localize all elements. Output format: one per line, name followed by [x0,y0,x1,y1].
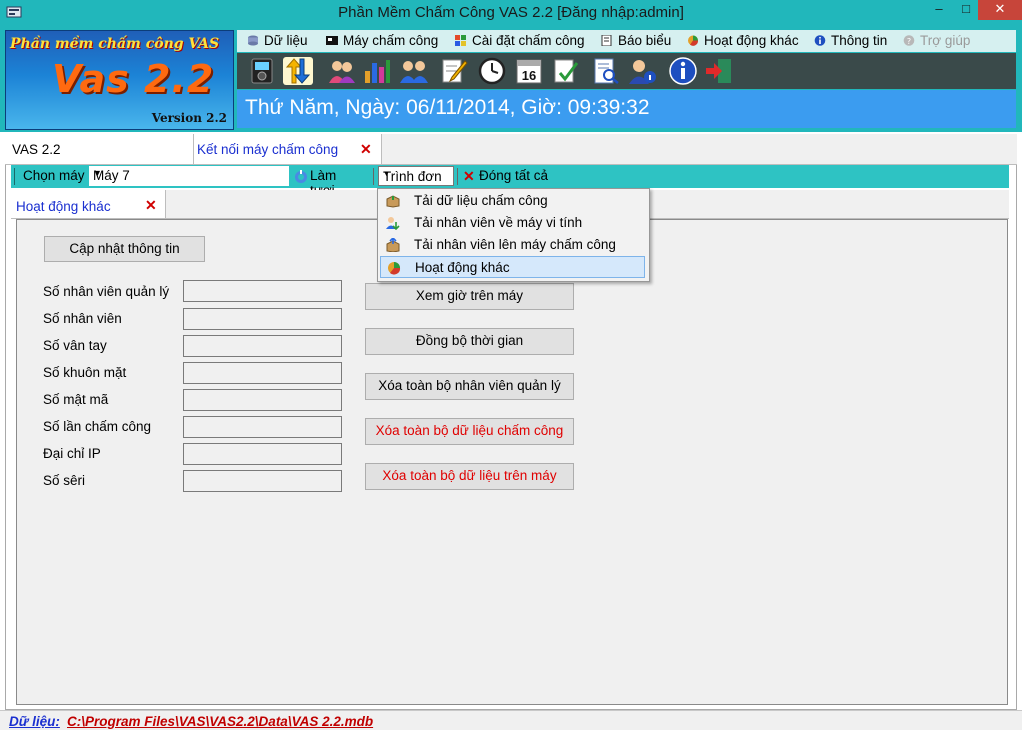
managers-count-field[interactable] [183,280,342,302]
users-icon[interactable] [327,57,357,85]
pie-icon [688,35,699,46]
close-icon: ✕ [463,168,475,184]
datetime-bar: Thứ Năm, Ngày: 06/11/2014, Giờ: 09:39:32 [237,90,1016,128]
exit-icon[interactable] [704,57,734,85]
box-upload-icon [386,238,400,252]
help-icon: ? [903,35,915,46]
logo-tagline: Phần mềm chấm công VAS [10,36,220,52]
menu-item-other-activities[interactable]: Hoạt động khác [380,256,645,278]
field-label: Số nhân viên [43,311,122,326]
datetime-text: Thứ Năm, Ngày: 06/11/2014, Giờ: 09:39:32 [245,96,650,119]
chart-icon[interactable] [362,57,392,85]
svg-text:?: ? [907,37,911,46]
close-window-button[interactable]: ✕ [978,0,1022,20]
title-bar: Phần Mềm Chấm Công VAS 2.2 [Đăng nhập:ad… [0,0,1022,26]
menu-cai-dat-cham-cong[interactable]: Cài đặt chấm công [455,33,585,48]
menu-thong-tin[interactable]: Thông tin [814,33,887,48]
chevron-down-icon: ▼ [93,168,102,178]
field-label: Đại chỉ IP [43,446,101,461]
menu-dropdown-button[interactable]: Trình đơn ▼ [378,166,454,186]
delete-all-attendance-button[interactable]: Xóa toàn bộ dữ liệu chấm công [365,418,574,445]
edit-note-icon[interactable] [439,57,469,85]
tab-ket-noi-may-cham-cong[interactable]: Kết nối máy chấm công ✕ [194,134,382,164]
info-icon [814,35,826,46]
menu-dropdown: Tải dữ liệu chấm công Tải nhân viên về m… [377,188,650,282]
pie-icon [388,262,401,275]
approve-icon[interactable] [550,57,580,85]
other-activities-panel: Cập nhật thông tin Số nhân viên quản lý … [16,219,1008,705]
transfer-arrows-icon[interactable] [283,57,313,85]
field-label: Số nhân viên quản lý [43,284,170,299]
report-icon [601,35,612,46]
attendance-count-field[interactable] [183,416,342,438]
minimize-button[interactable]: – [926,0,952,20]
menu-may-cham-cong[interactable]: Máy chấm công [326,33,438,48]
passwords-count-field[interactable] [183,389,342,411]
employees-count-field[interactable] [183,308,342,330]
view-device-time-button[interactable]: Xem giờ trên máy [365,283,574,310]
separator [373,168,374,185]
device-icon [326,36,338,45]
logo-version: Version 2.2 [151,111,227,125]
menu-du-lieu[interactable]: Dữ liệu [247,33,308,48]
database-path: C:\Program Files\VAS\VAS2.2\Data\VAS 2.2… [67,714,374,729]
delete-all-managers-button[interactable]: Xóa toàn bộ nhân viên quản lý [365,373,574,400]
field-label: Số vân tay [43,338,107,353]
menu-item-upload-employees[interactable]: Tải nhân viên lên máy chấm công [380,234,645,256]
info-icon[interactable] [668,57,698,85]
grid-icon [455,35,466,46]
serial-field[interactable] [183,470,342,492]
vas-logo: Phần mềm chấm công VAS Vas 2.2 Version 2… [5,30,234,130]
tab-vas[interactable]: VAS 2.2 [5,134,194,164]
fingerprints-count-field[interactable] [183,335,342,357]
status-key: Dữ liệu: [9,714,60,729]
close-tab-icon[interactable]: ✕ [360,141,372,158]
fingerprint-device-icon[interactable] [248,57,278,85]
ip-address-field[interactable] [183,443,342,465]
icon-toolbar: 16 [237,53,1016,89]
database-icon [248,35,258,46]
field-label: Số mật mã [43,392,109,407]
report-search-icon[interactable] [591,57,621,85]
close-tab-icon[interactable]: ✕ [145,197,157,214]
window-title: Phần Mềm Chấm Công VAS 2.2 [Đăng nhập:ad… [338,4,684,21]
field-label: Số lần chấm công [43,419,152,434]
document-tabs: VAS 2.2 Kết nối máy chấm công ✕ [5,134,1017,165]
choose-device-label: Chọn máy [23,168,85,183]
refresh-icon [295,170,307,183]
maximize-button[interactable]: □ [953,0,979,20]
status-bar: Dữ liệu: C:\Program Files\VAS\VAS2.2\Dat… [0,710,1022,730]
calendar-16-icon[interactable]: 16 [514,57,544,85]
menu-item-download-attendance[interactable]: Tải dữ liệu chấm công [380,190,645,212]
user-download-icon [386,217,400,230]
update-info-button[interactable]: Cập nhật thông tin [44,236,205,262]
chevron-down-icon: ▼ [383,171,390,178]
box-icon [386,195,400,208]
delete-all-device-data-button[interactable]: Xóa toàn bộ dữ liệu trên máy [365,463,574,490]
menu-hoat-dong-khac[interactable]: Hoạt động khác [687,33,799,48]
employees-icon[interactable] [399,57,429,85]
menu-bar: Dữ liệu Máy chấm công Cài đặt chấm công … [237,30,1016,52]
menu-bao-bieu[interactable]: Báo biểu [601,33,671,48]
menu-item-download-employees[interactable]: Tải nhân viên về máy vi tính [380,212,645,234]
tab-hoat-dong-khac[interactable]: Hoạt động khác ✕ [11,190,166,218]
separator [457,168,458,185]
faces-count-field[interactable] [183,362,342,384]
field-label: Số khuôn mặt [43,365,127,380]
svg-text:16: 16 [522,68,536,83]
user-info-icon[interactable] [627,57,657,85]
device-select[interactable]: Máy 7 ▼ [89,166,289,186]
toolbar-grip [14,168,15,185]
clock-icon[interactable] [477,57,507,85]
connection-toolbar: Chọn máy Máy 7 ▼ Làm tươi Trình đơn ▼ ✕ … [11,165,1009,198]
close-all-button[interactable]: ✕ Đóng tất cả [463,167,558,186]
sync-time-button[interactable]: Đồng bộ thời gian [365,328,574,355]
logo-title: Vas 2.2 [52,57,215,101]
menu-tro-giup: ? Trợ giúp [903,33,970,48]
field-label: Số sêri [43,473,86,488]
